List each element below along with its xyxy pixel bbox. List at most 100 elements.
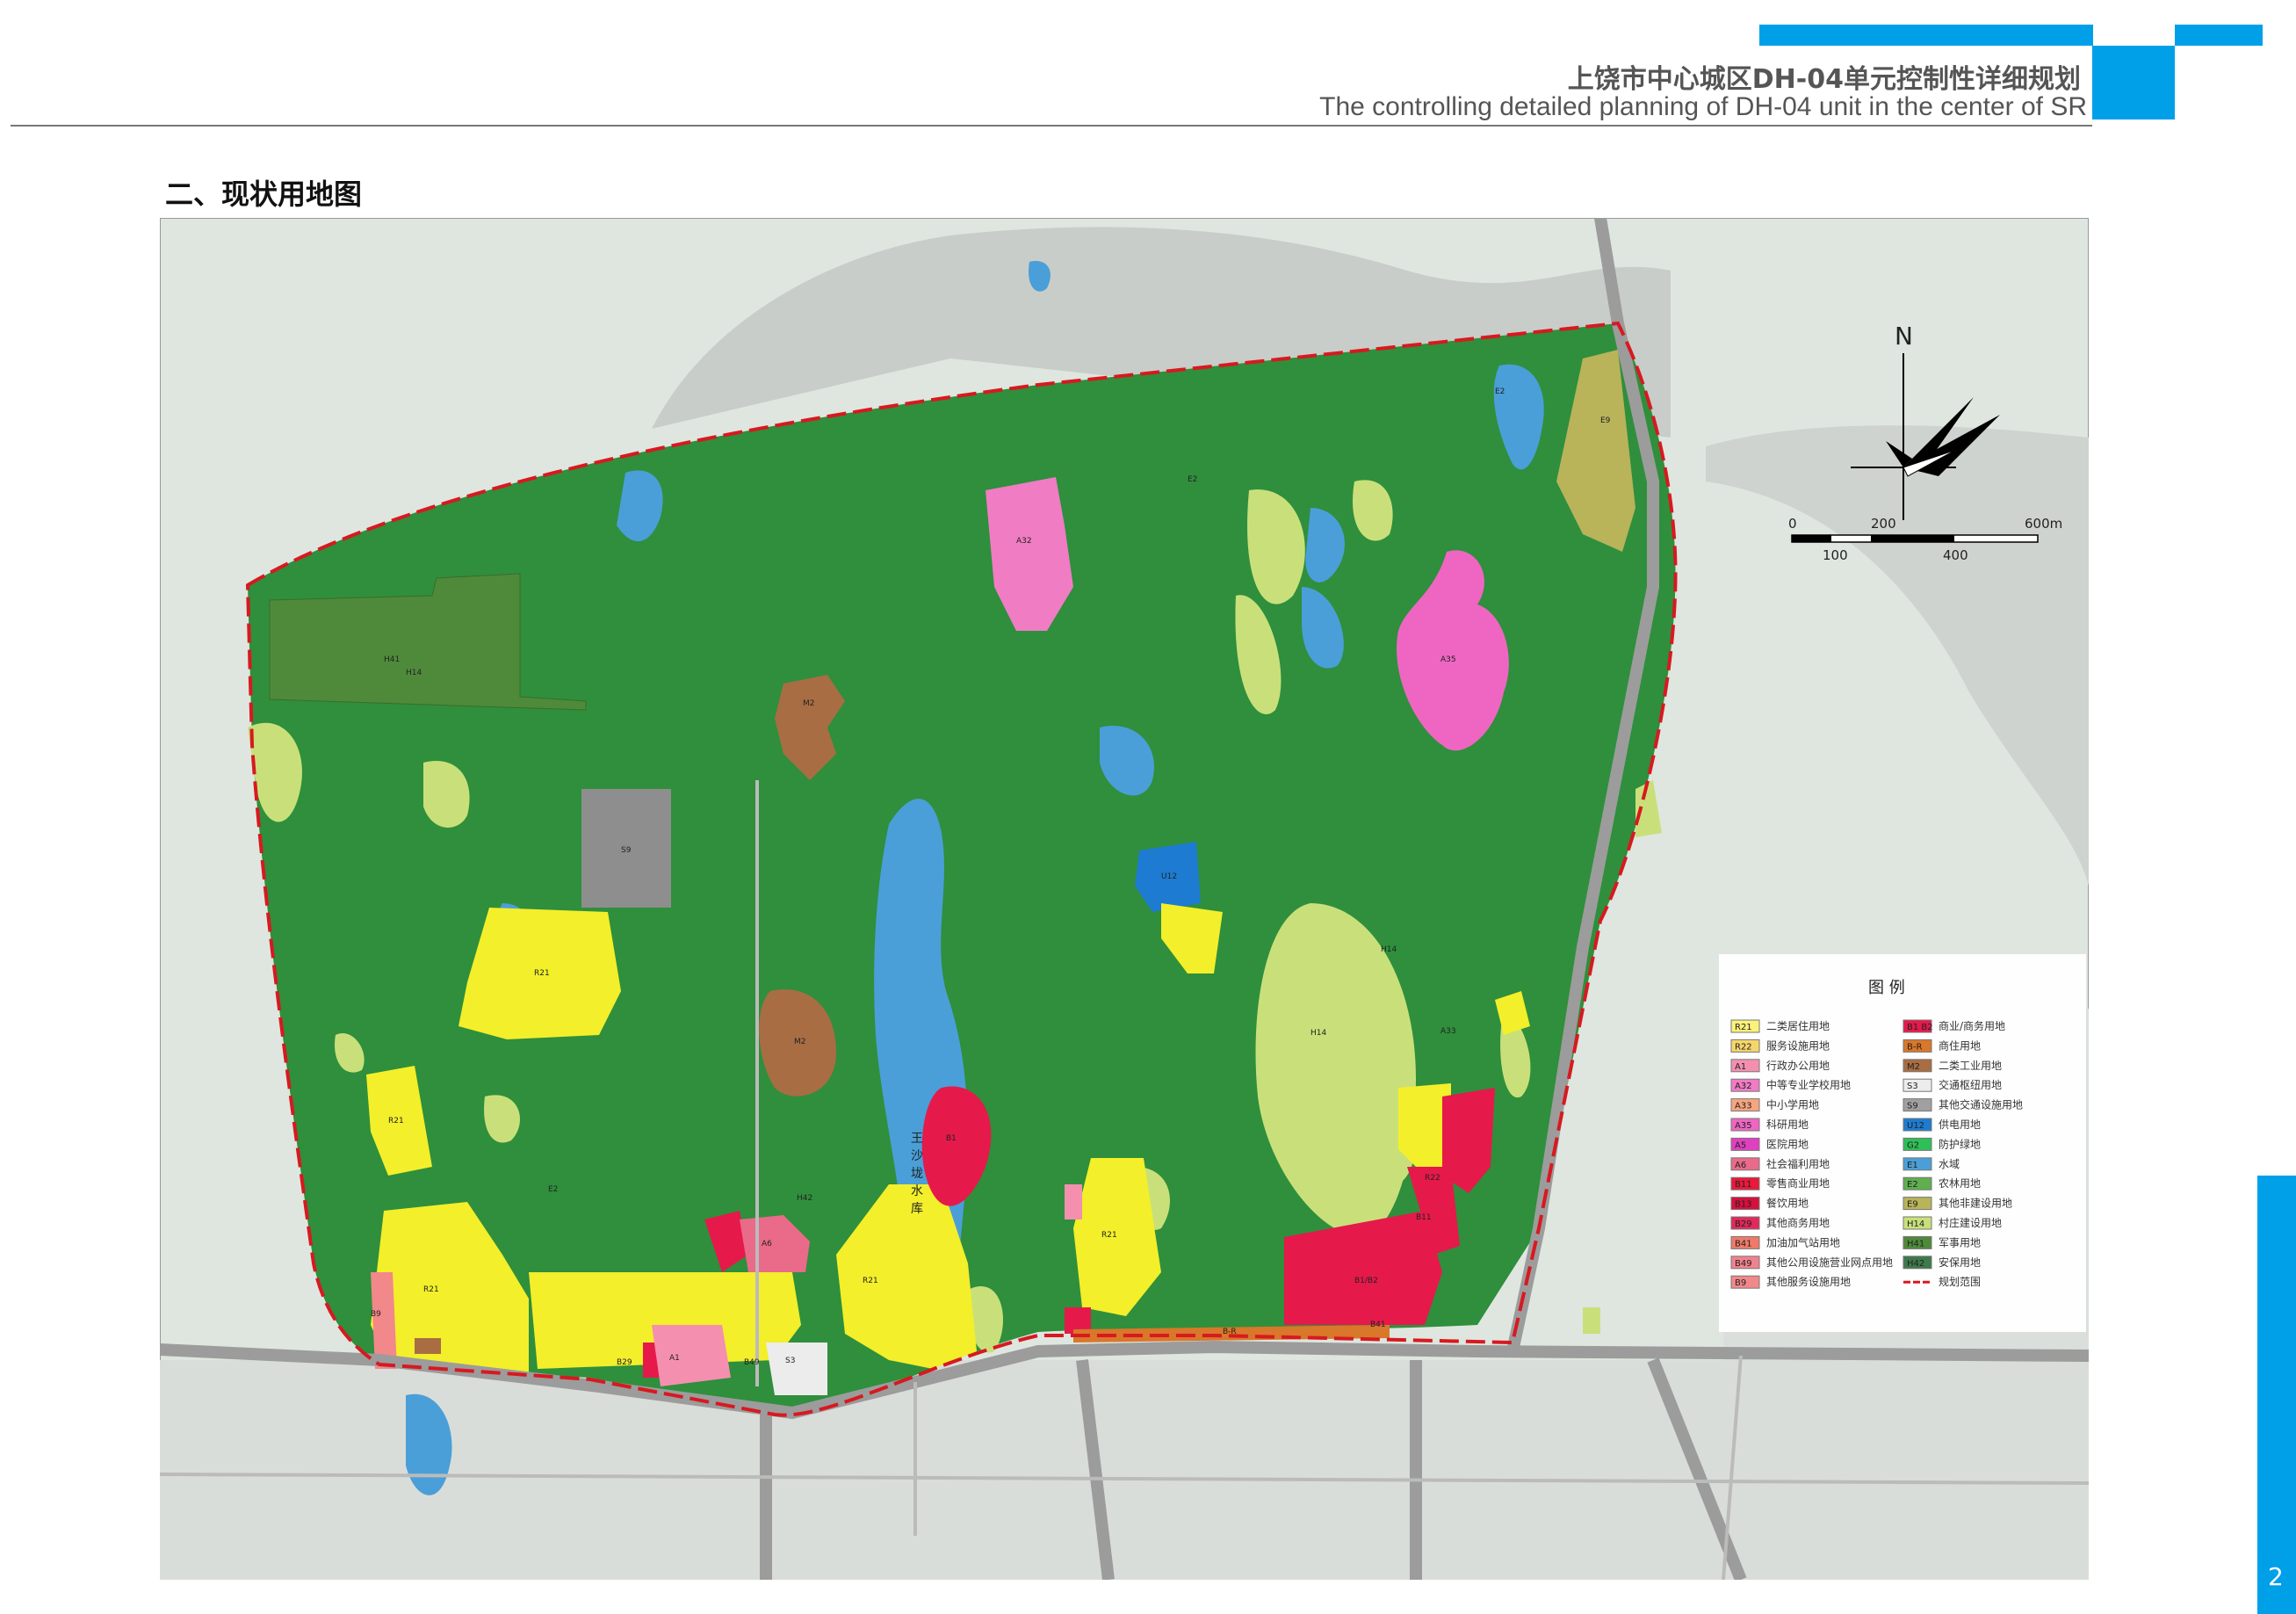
label-b29: B29 xyxy=(617,1358,632,1367)
label-r21-center: R21 xyxy=(863,1277,878,1285)
legend-label: 村庄建设用地 xyxy=(1939,1216,2002,1229)
label-r21-south: R21 xyxy=(423,1285,439,1294)
legend-item: H14 村庄建设用地 xyxy=(1903,1216,2002,1230)
legend-label: 餐饮用地 xyxy=(1766,1197,1809,1210)
legend-item: A6 社会福利用地 xyxy=(1730,1157,1830,1171)
label-e2-a: E2 xyxy=(1188,475,1197,484)
legend-code: B41 xyxy=(1735,1239,1752,1248)
legend-item: B-R 商住用地 xyxy=(1903,1039,1981,1053)
label-h14-b: H14 xyxy=(406,669,422,677)
legend-code: B-R xyxy=(1907,1042,1922,1052)
legend-item: R22 服务设施用地 xyxy=(1730,1039,1830,1053)
header-accent-bar xyxy=(1759,25,2093,46)
label-a32: A32 xyxy=(1016,537,1032,546)
label-b49: B49 xyxy=(744,1358,760,1367)
legend-item: B13 餐饮用地 xyxy=(1730,1197,1809,1211)
land-use-map: 王 沙 垅 水 库 H41 S9 U12 A35 A32 E9 M2 M2 R2… xyxy=(160,218,2089,1580)
legend-item: A5 医院用地 xyxy=(1730,1137,1809,1151)
header-title-en: The controlling detailed planning of DH-… xyxy=(1319,92,2087,121)
legend-code: E9 xyxy=(1907,1200,1918,1210)
legend-code: H14 xyxy=(1907,1220,1924,1229)
legend-item: B49 其他公用设施营业网点用地 xyxy=(1730,1256,1893,1270)
label-r21-west: R21 xyxy=(388,1117,404,1125)
legend-item: R21 二类居住用地 xyxy=(1730,1019,1830,1033)
label-reservoir-4: 水 xyxy=(911,1184,923,1198)
zone-s3 xyxy=(766,1343,827,1395)
legend-label: 其他服务设施用地 xyxy=(1766,1275,1851,1288)
legend-code: R22 xyxy=(1735,1042,1752,1052)
north-label: N xyxy=(1895,322,1913,351)
header-title-cn: 上饶市中心城区DH-04单元控制性详细规划 xyxy=(1567,64,2081,95)
legend-label: 规划范围 xyxy=(1939,1275,1981,1288)
zone-a1-south xyxy=(652,1325,731,1386)
legend-code: B13 xyxy=(1735,1200,1752,1210)
label-r22: R22 xyxy=(1425,1174,1440,1183)
legend-code: S9 xyxy=(1907,1102,1918,1111)
legend-label: 商住用地 xyxy=(1939,1039,1981,1052)
label-reservoir-3: 垅 xyxy=(911,1167,923,1181)
legend-code: H41 xyxy=(1907,1239,1924,1248)
legend-item: E9 其他非建设用地 xyxy=(1903,1197,2012,1211)
legend-label: 其他公用设施营业网点用地 xyxy=(1766,1256,1893,1269)
label-h14-c: H14 xyxy=(1381,945,1397,954)
label-r21-north: R21 xyxy=(534,969,550,978)
legend-label: 社会福利用地 xyxy=(1766,1157,1830,1170)
page-number: 2 xyxy=(2268,1562,2284,1591)
label-h42: H42 xyxy=(797,1194,812,1203)
legend-label: 医院用地 xyxy=(1766,1138,1809,1150)
legend-title: 图 例 xyxy=(1868,979,1905,997)
legend-label: 水域 xyxy=(1939,1158,1960,1170)
legend-code: A32 xyxy=(1735,1082,1752,1091)
legend-label: 农林用地 xyxy=(1939,1177,1981,1190)
scale-label-100: 100 xyxy=(1823,547,1848,563)
legend-item: B11 零售商业用地 xyxy=(1730,1176,1830,1191)
zone-a1-mid xyxy=(1065,1184,1082,1220)
label-r21-east: R21 xyxy=(1101,1231,1117,1240)
legend-code: R21 xyxy=(1735,1023,1752,1032)
scale-label-400: 400 xyxy=(1943,547,1968,563)
section-title: 二、现状用地图 xyxy=(165,177,363,211)
legend-item: B29 其他商务用地 xyxy=(1730,1216,1830,1230)
legend-item: E1 水域 xyxy=(1903,1157,1960,1171)
legend-label: 防护绿地 xyxy=(1939,1137,1981,1150)
legend-code: S3 xyxy=(1907,1082,1918,1091)
legend-code: A33 xyxy=(1735,1102,1752,1111)
legend-item: B41 加油加气站用地 xyxy=(1730,1235,1840,1249)
label-e2-c: E2 xyxy=(548,1185,558,1194)
legend-item: G2 防护绿地 xyxy=(1903,1137,1981,1151)
legend-item: M2 二类工业用地 xyxy=(1903,1059,2002,1073)
label-s9: S9 xyxy=(621,846,632,855)
legend-item: B1 B2 商业/商务用地 xyxy=(1903,1019,2005,1033)
legend-code: M2 xyxy=(1907,1062,1920,1072)
legend-code: B49 xyxy=(1735,1259,1752,1269)
scale-label-200: 200 xyxy=(1871,516,1896,532)
legend-item: A32 中等专业学校用地 xyxy=(1730,1078,1851,1092)
zone-br-west xyxy=(415,1338,441,1354)
scale-label-600: 600m xyxy=(2025,516,2062,532)
label-a6: A6 xyxy=(762,1240,772,1248)
legend-item: H42 安保用地 xyxy=(1903,1256,1981,1270)
legend-code: U12 xyxy=(1907,1121,1924,1131)
legend-code: B29 xyxy=(1735,1220,1752,1229)
label-a35: A35 xyxy=(1440,655,1456,664)
legend-code: A6 xyxy=(1735,1161,1746,1170)
header-accent-block xyxy=(2092,46,2175,119)
legend-label: 其他商务用地 xyxy=(1766,1216,1830,1229)
legend-label: 中小学用地 xyxy=(1766,1098,1819,1111)
legend-label: 其他交通设施用地 xyxy=(1939,1098,2023,1111)
label-reservoir-2: 沙 xyxy=(911,1149,923,1163)
legend-item: S3 交通枢纽用地 xyxy=(1903,1078,2002,1092)
label-e9: E9 xyxy=(1600,416,1611,425)
label-a1: A1 xyxy=(669,1354,680,1363)
legend-label: 二类居住用地 xyxy=(1766,1020,1830,1032)
legend-label: 安保用地 xyxy=(1939,1256,1981,1269)
legend: 图 例 R21 二类居住用地 R22 服务设施用地 A1 行政办公用地 A32 中等专业学校用… xyxy=(1719,954,2086,1332)
label-br: B-R xyxy=(1223,1328,1237,1336)
legend-item: A1 行政办公用地 xyxy=(1730,1059,1830,1073)
legend-code: A35 xyxy=(1735,1121,1752,1131)
legend-code: G2 xyxy=(1907,1140,1919,1150)
legend-item: A35 科研用地 xyxy=(1730,1118,1809,1132)
label-b11: B11 xyxy=(1416,1213,1432,1222)
header-divider xyxy=(11,125,2092,127)
label-b9: B9 xyxy=(371,1310,381,1319)
